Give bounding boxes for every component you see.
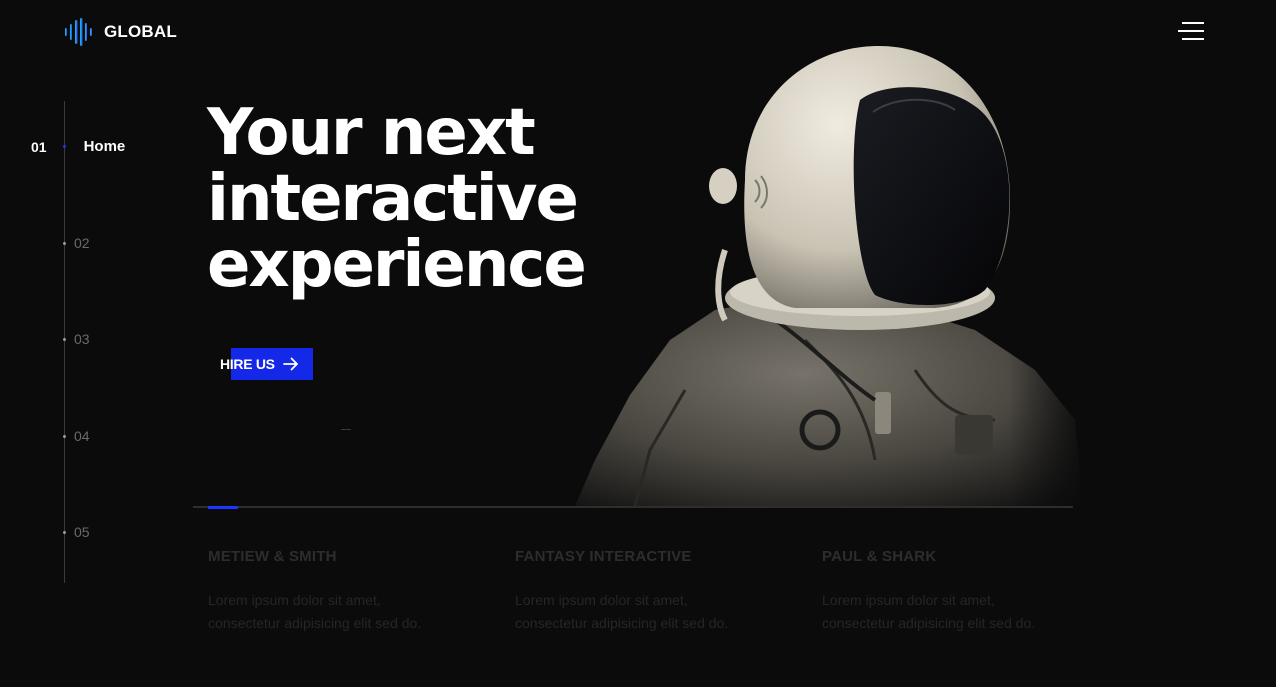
slider-track[interactable]: [193, 506, 1073, 508]
side-nav-number: 05: [74, 524, 90, 540]
divider-mark: [341, 429, 351, 430]
hire-us-button[interactable]: HIRE US: [220, 348, 313, 380]
side-nav-number: 01: [31, 138, 47, 155]
side-nav-item-05[interactable]: 05: [63, 524, 90, 540]
project-card-text-line: consectetur adipisicing elit sed do.: [822, 615, 1036, 631]
side-nav-dot: [63, 242, 66, 245]
project-card-title: PAUL & SHARK: [822, 548, 937, 565]
project-card-3[interactable]: PAUL & SHARK Lorem ipsum dolor sit amet,…: [822, 548, 1102, 635]
side-nav-dot: [63, 338, 66, 341]
hero-title-line-2: interactive: [207, 162, 579, 236]
project-card-2[interactable]: FANTASY INTERACTIVE Lorem ipsum dolor si…: [515, 548, 795, 635]
audio-wave-logo-icon: [65, 18, 92, 46]
page: GLOBAL 01 Home 02 03 04 05 Your next int…: [0, 0, 1276, 687]
project-card-1[interactable]: METIEW & SMITH Lorem ipsum dolor sit ame…: [208, 548, 488, 635]
side-nav-dot: [63, 531, 66, 534]
side-nav-number: 04: [74, 428, 90, 444]
hero-title-line-3: experience: [207, 228, 587, 302]
side-nav-item-04[interactable]: 04: [63, 428, 90, 444]
project-card-text: Lorem ipsum dolor sit amet, consectetur …: [208, 589, 488, 635]
project-card-text-line: Lorem ipsum dolor sit amet,: [208, 592, 381, 608]
side-nav-item-02[interactable]: 02: [63, 235, 90, 251]
side-nav-item-03[interactable]: 03: [63, 331, 90, 347]
project-card-text-line: consectetur adipisicing elit sed do.: [208, 615, 422, 631]
side-nav-number: 03: [74, 331, 90, 347]
side-nav-dot: [63, 145, 66, 148]
hire-us-label: HIRE US: [220, 356, 275, 372]
project-card-text: Lorem ipsum dolor sit amet, consectetur …: [822, 589, 1102, 635]
project-card-text: Lorem ipsum dolor sit amet, consectetur …: [515, 589, 795, 635]
project-card-text-line: Lorem ipsum dolor sit amet,: [822, 592, 995, 608]
slider-progress: [208, 506, 238, 509]
arrow-right-icon: [282, 357, 298, 371]
astronaut-image: [575, 40, 1085, 506]
brand-logo[interactable]: GLOBAL: [64, 18, 177, 46]
side-nav-dot: [63, 435, 66, 438]
hero-title-line-1: Your next: [207, 96, 536, 170]
project-card-text-line: consectetur adipisicing elit sed do.: [515, 615, 729, 631]
brand-name: GLOBAL: [104, 22, 177, 41]
project-card-title: METIEW & SMITH: [208, 548, 337, 565]
side-nav-label: Home: [83, 138, 126, 155]
side-nav-item-01[interactable]: 01 Home: [31, 138, 125, 155]
project-card-text-line: Lorem ipsum dolor sit amet,: [515, 592, 688, 608]
hero-title: Your next interactive experience: [207, 100, 647, 298]
project-card-title: FANTASY INTERACTIVE: [515, 548, 692, 565]
side-nav-number: 02: [74, 235, 90, 251]
hamburger-menu-icon[interactable]: [1178, 22, 1204, 42]
